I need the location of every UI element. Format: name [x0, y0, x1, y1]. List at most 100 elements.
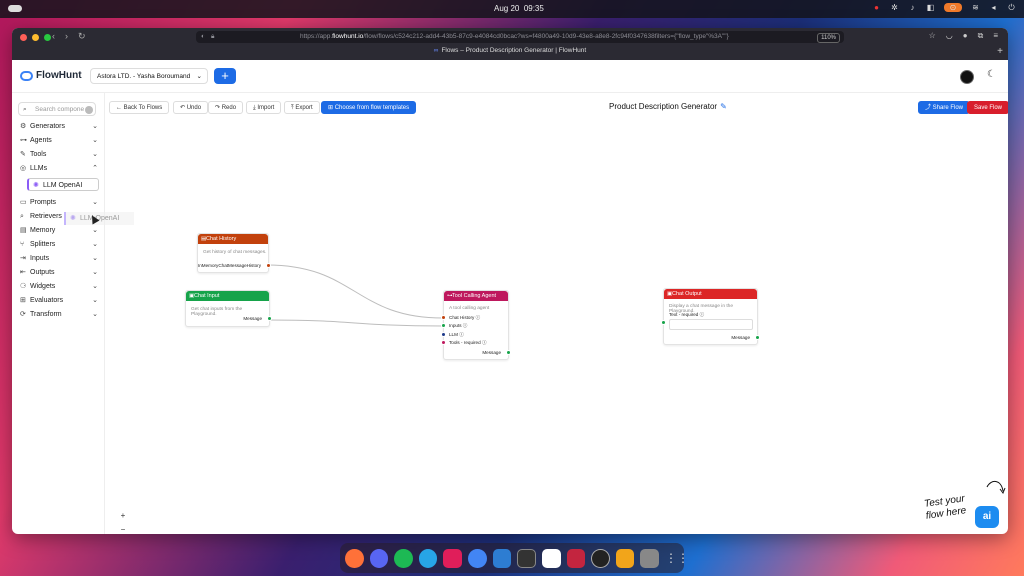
screenshot-icon[interactable]: ◧	[926, 3, 935, 12]
back-arrow-icon[interactable]: ‹	[52, 31, 55, 42]
extensions-icon[interactable]: ⧉	[978, 31, 984, 41]
recording-indicator-icon[interactable]: ⊙	[944, 3, 962, 12]
category-label: Transform	[30, 311, 62, 318]
record-icon[interactable]: ●	[872, 3, 881, 12]
app-grid-icon[interactable]: ⋮⋮	[665, 549, 689, 568]
clear-search-icon[interactable]	[85, 106, 93, 114]
volume-icon[interactable]: ◂	[989, 3, 998, 12]
category-inputs[interactable]: ⇥ Inputs ⌄	[20, 253, 98, 265]
info-icon[interactable]: ⓘ	[459, 332, 464, 337]
terminal-icon[interactable]	[517, 548, 536, 568]
output-port-label: InMemoryChatMessageHistory	[197, 263, 261, 268]
node-header[interactable]: ▣ Chat Output	[664, 289, 757, 299]
component-llm-openai[interactable]: ✺ LLM OpenAI	[27, 178, 99, 191]
node-chat-output[interactable]: ▣ Chat Output Display a chat message in t…	[661, 288, 760, 345]
url-bar[interactable]: ◐ 🔒︎ https://app.flowhunt.io/flow/flows/…	[196, 31, 844, 43]
tab-title: Flows – Product Description Generator | …	[441, 47, 587, 54]
node-chat-history[interactable]: ▤ Chat History Get history of chat messag…	[197, 233, 271, 273]
obs-icon[interactable]	[591, 548, 610, 568]
test-flow-chat-button[interactable]: ai	[975, 506, 999, 528]
category-splitters[interactable]: ⑂ Splitters ⌄	[20, 239, 98, 251]
firefox-icon[interactable]	[345, 548, 364, 568]
user-avatar[interactable]	[960, 70, 974, 84]
maximize-window-button[interactable]	[44, 34, 51, 41]
node-title: Chat Output	[672, 291, 702, 297]
category-evaluators[interactable]: ⊞ Evaluators ⌄	[20, 295, 98, 307]
reload-icon[interactable]: ↻	[78, 31, 86, 42]
category-prompts[interactable]: ▭ Prompts ⌄	[20, 197, 98, 209]
slack-icon[interactable]	[443, 548, 463, 568]
node-tool-calling-agent[interactable]: ⊶ Tool Calling Agent A tool calling agent…	[441, 290, 511, 360]
zoom-out-button[interactable]: −	[119, 525, 127, 534]
power-icon[interactable]: ⏻	[1007, 3, 1016, 12]
active-tab[interactable]: ∞ Flows – Product Description Generator |…	[12, 47, 1008, 54]
output-handle[interactable]	[267, 316, 272, 321]
minimize-window-button[interactable]	[32, 34, 39, 41]
chrome-icon[interactable]	[468, 548, 487, 568]
telegram-icon[interactable]	[418, 548, 438, 568]
node-chat-input[interactable]: ▣ Chat Input Get chat inputs from the Pla…	[185, 290, 272, 327]
finder-icon[interactable]	[492, 548, 512, 568]
input-handle-llm[interactable]	[441, 332, 446, 337]
browser-toolbar-icons: ☆ ◡ ● ⧉ ≡	[929, 31, 998, 41]
shield-icon[interactable]: ◐	[201, 31, 205, 43]
dark-mode-moon-icon[interactable]: ☾	[987, 69, 996, 80]
category-memory[interactable]: ▤ Memory ⌄	[20, 225, 98, 237]
logo-text: FlowHunt	[36, 70, 82, 81]
input-handle-chat-history[interactable]	[441, 315, 446, 320]
category-llms[interactable]: ◎ LLMs ⌃	[20, 163, 98, 175]
menu-icon[interactable]: ≡	[993, 31, 998, 41]
organization-select[interactable]: Astora LTD. - Yasha Boroumand ⌄	[90, 68, 208, 84]
info-icon[interactable]: ⓘ	[476, 315, 481, 320]
trash-icon[interactable]	[640, 548, 660, 568]
info-icon[interactable]: ⓘ	[700, 312, 705, 317]
clock[interactable]: Aug 20 09:35	[494, 4, 544, 13]
port-label: Text - required	[669, 312, 699, 317]
new-tab-button[interactable]: +	[997, 46, 1003, 57]
text-input-field[interactable]	[669, 319, 753, 330]
input-handle-tools[interactable]	[441, 340, 446, 345]
node-header[interactable]: ▣ Chat Input	[186, 291, 269, 301]
node-header[interactable]: ▤ Chat History	[198, 234, 268, 244]
input-handle-text[interactable]	[661, 320, 666, 325]
create-new-button[interactable]: +	[214, 68, 236, 84]
notes-icon[interactable]	[541, 548, 561, 568]
generators-icon: ⚙	[20, 123, 27, 130]
jetbrains-icon[interactable]	[566, 548, 586, 568]
music-icon[interactable]: ♪	[908, 3, 917, 12]
category-outputs[interactable]: ⇤ Outputs ⌄	[20, 267, 98, 279]
bookmark-star-icon[interactable]: ☆	[929, 31, 936, 41]
components-sidebar: ⌕ Search compone ⚙ Generators ⌄ ⊶ Agents ⌄ ✎ T…	[12, 93, 105, 534]
category-tools[interactable]: ✎ Tools ⌄	[20, 149, 98, 161]
input-port-tools: Tools - required ⓘ	[449, 340, 487, 346]
component-search-input[interactable]: ⌕ Search compone	[18, 102, 96, 116]
discord-icon[interactable]	[369, 548, 389, 568]
flowhunt-logo[interactable]: FlowHunt	[20, 70, 82, 81]
output-handle[interactable]	[755, 335, 760, 340]
zoom-in-button[interactable]: +	[119, 511, 127, 520]
info-icon[interactable]: ⓘ	[482, 340, 487, 345]
profile-icon[interactable]: ●	[963, 31, 968, 41]
flow-canvas[interactable]: ← Back To Flows ↶ Undo ↷ Redo ⤓ Import ⤒…	[105, 93, 1008, 534]
category-widgets[interactable]: ⚆ Widgets ⌄	[20, 281, 98, 293]
input-handle-inputs[interactable]	[441, 323, 446, 328]
output-handle[interactable]	[506, 350, 511, 355]
close-window-button[interactable]	[20, 34, 27, 41]
edge-history-to-agent[interactable]	[266, 264, 444, 319]
category-transform[interactable]: ⟳ Transform ⌄	[20, 309, 98, 321]
settings-icon[interactable]: ✲	[890, 3, 899, 12]
wifi-icon[interactable]: ≋	[971, 3, 980, 12]
files-icon[interactable]	[615, 548, 635, 568]
category-generators[interactable]: ⚙ Generators ⌄	[20, 121, 98, 133]
spotify-icon[interactable]	[394, 548, 413, 568]
zoom-level-badge[interactable]: 110%	[817, 33, 840, 43]
info-icon[interactable]: ⓘ	[463, 323, 468, 328]
pocket-icon[interactable]: ◡	[946, 31, 953, 41]
search-icon: ⌕	[20, 213, 24, 220]
node-header[interactable]: ⊶ Tool Calling Agent	[444, 291, 508, 301]
category-agents[interactable]: ⊶ Agents ⌄	[20, 135, 98, 147]
forward-arrow-icon[interactable]: ›	[65, 31, 68, 42]
edge-input-to-agent[interactable]	[267, 319, 444, 327]
workspace-indicator[interactable]	[8, 5, 22, 12]
output-handle[interactable]	[266, 263, 271, 268]
